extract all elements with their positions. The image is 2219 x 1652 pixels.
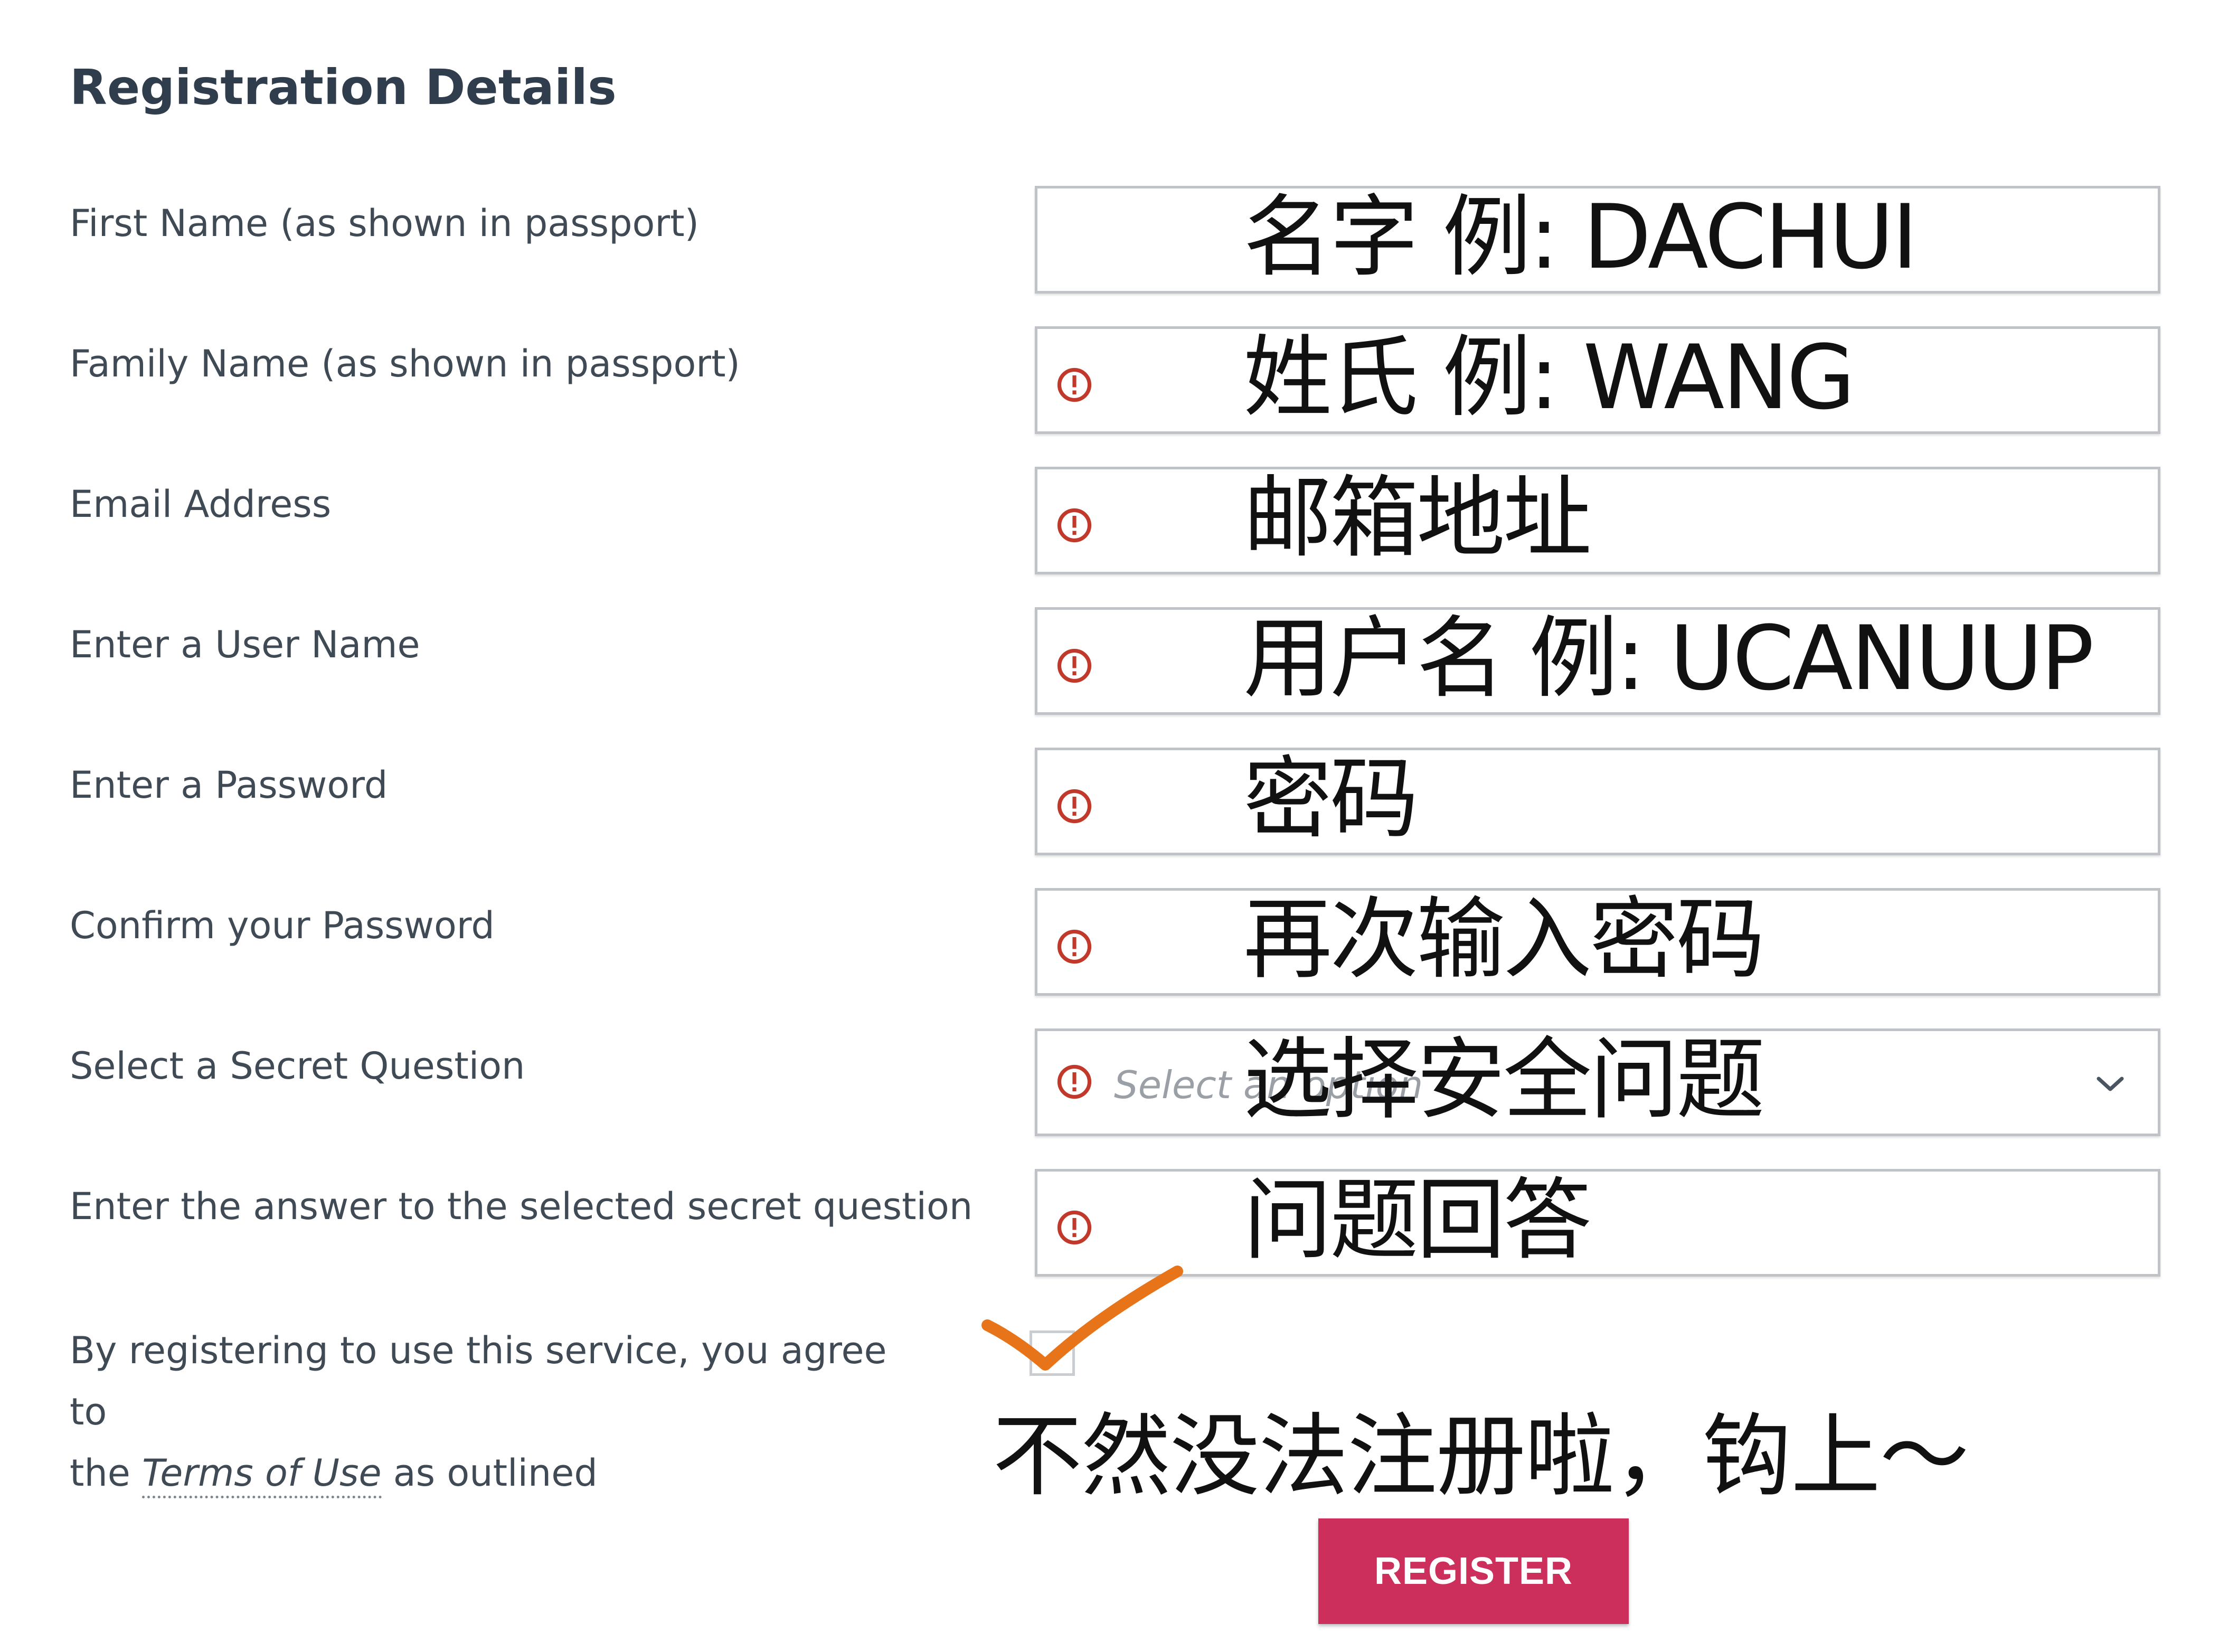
checkbox-hint-annotation: 不然没法注册啦，钩上～ bbox=[993, 1404, 1969, 1509]
email-input[interactable]: 邮箱地址 bbox=[1035, 466, 2160, 574]
password-annotation: 密码 bbox=[1243, 747, 1419, 851]
label-user-name: Enter a User Name bbox=[70, 623, 420, 666]
label-email: Email Address bbox=[70, 483, 332, 526]
family-name-annotation: 姓氏 例: WANG bbox=[1243, 326, 1855, 429]
user-name-input[interactable]: 用户名 例: UCANUUP bbox=[1035, 607, 2160, 715]
secret-answer-annotation: 问题回答 bbox=[1243, 1168, 1592, 1272]
terms-line-1: By registering to use this service, you … bbox=[70, 1329, 887, 1433]
terms-statement: By registering to use this service, you … bbox=[70, 1320, 936, 1504]
page-title: Registration Details bbox=[70, 59, 617, 116]
registration-page: Registration Details First Name (as show… bbox=[0, 0, 2219, 1652]
password-input[interactable]: 密码 bbox=[1035, 747, 2160, 855]
register-button[interactable]: REGISTER bbox=[1318, 1518, 1629, 1624]
error-circle-icon bbox=[1057, 508, 1092, 543]
label-password: Enter a Password bbox=[70, 763, 388, 807]
secret-answer-input[interactable]: 问题回答 bbox=[1035, 1168, 2160, 1277]
label-confirm-password: Confirm your Password bbox=[70, 904, 495, 947]
error-circle-icon bbox=[1057, 929, 1092, 964]
chevron-down-icon[interactable] bbox=[2094, 1073, 2126, 1094]
first-name-annotation: 名字 例: DACHUI bbox=[1243, 185, 1918, 289]
label-secret-answer: Enter the answer to the selected secret … bbox=[70, 1185, 973, 1228]
error-circle-icon bbox=[1057, 1210, 1092, 1245]
error-circle-icon bbox=[1057, 1064, 1092, 1099]
terms-post: as outlined bbox=[393, 1451, 598, 1495]
email-annotation: 邮箱地址 bbox=[1243, 466, 1592, 570]
error-circle-icon bbox=[1057, 648, 1092, 683]
terms-of-use-link[interactable]: Terms of Use bbox=[142, 1451, 382, 1498]
label-family-name: Family Name (as shown in passport) bbox=[70, 342, 740, 385]
secret-question-annotation: 选择安全问题 bbox=[1243, 1028, 1765, 1131]
confirm-password-input[interactable]: 再次输入密码 bbox=[1035, 888, 2160, 996]
terms-pre: the bbox=[70, 1451, 130, 1495]
secret-question-select[interactable]: Select an option 选择安全问题 bbox=[1035, 1028, 2160, 1136]
error-circle-icon bbox=[1057, 367, 1092, 402]
family-name-input[interactable]: 姓氏 例: WANG bbox=[1035, 326, 2160, 434]
error-circle-icon bbox=[1057, 789, 1092, 824]
checkmark-annotation-icon bbox=[981, 1266, 1183, 1371]
user-name-annotation: 用户名 例: UCANUUP bbox=[1243, 607, 2094, 710]
confirm-password-annotation: 再次输入密码 bbox=[1243, 888, 1765, 991]
first-name-input[interactable]: 名字 例: DACHUI bbox=[1035, 185, 2160, 294]
label-first-name: First Name (as shown in passport) bbox=[70, 202, 699, 245]
label-secret-question: Select a Secret Question bbox=[70, 1044, 525, 1088]
